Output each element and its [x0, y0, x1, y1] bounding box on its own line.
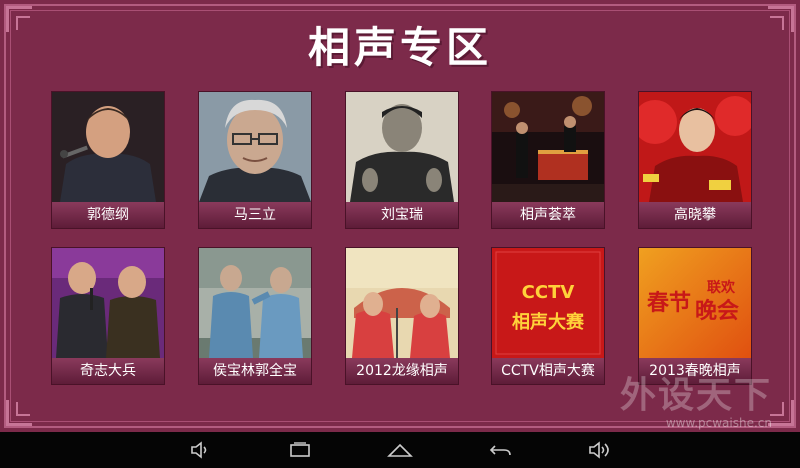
thumbnail-stage-performance [492, 92, 604, 202]
cctv-subtitle-text: 相声大赛 [512, 311, 585, 333]
thumbnail-portrait-elder [199, 92, 311, 202]
tile-label: 侯宝林郭全宝 [199, 358, 311, 384]
watermark: 外设天下 www.pcwaishe.cn [619, 375, 772, 431]
tile-xiangsheng-huicui[interactable]: 相声荟萃 [492, 92, 604, 228]
tile-2012-longyuan[interactable]: 2012龙缘相声 [346, 248, 458, 384]
volume-down-button[interactable] [186, 438, 214, 462]
volume-down-icon [191, 441, 207, 459]
thumbnail-duo-comedians [52, 248, 164, 358]
tile-hou-baolin-guo-quanbao[interactable]: 侯宝林郭全宝 [199, 248, 311, 384]
app-screen: 相声专区 郭德纲 马三立 刘宝瑞 相声荟萃 高晓攀 奇志大兵 侯宝林郭全宝 20… [0, 0, 800, 432]
tile-label: 奇志大兵 [52, 358, 164, 384]
tile-grid: 郭德纲 马三立 刘宝瑞 相声荟萃 高晓攀 奇志大兵 侯宝林郭全宝 2012龙缘相… [52, 92, 752, 392]
tile-label: 2012龙缘相声 [346, 358, 458, 384]
tile-2013-chunwan[interactable]: 春节 联欢 晚会 2013春晚相声 [639, 248, 751, 384]
volume-up-button[interactable] [586, 438, 614, 462]
tile-label: 相声荟萃 [492, 202, 604, 228]
thumbnail-duo-vintage-stage [199, 248, 311, 358]
tile-label: 高晓攀 [639, 202, 751, 228]
corner-ornament-bottom-left [6, 388, 44, 426]
chunwan-logo-text-2: 联欢 [707, 279, 736, 296]
back-icon [489, 445, 511, 456]
chunwan-logo-text-1: 春节 [647, 291, 691, 316]
tile-cctv-xiangsheng-dasai[interactable]: CCTV 相声大赛 CCTV相声大赛 [492, 248, 604, 384]
thumbnail-portrait-performer [52, 92, 164, 202]
thumbnail-cctv-banner: CCTV 相声大赛 [492, 248, 604, 358]
tile-label: CCTV相声大赛 [492, 358, 604, 384]
tile-label: 马三立 [199, 202, 311, 228]
tile-ma-sanli[interactable]: 马三立 [199, 92, 311, 228]
watermark-url: www.pcwaishe.cn [665, 416, 772, 430]
volume-up-icon [589, 441, 609, 459]
page-title: 相声专区 [307, 23, 492, 72]
thumbnail-duo-red-robes [346, 248, 458, 358]
recent-apps-button[interactable] [286, 438, 314, 462]
system-navigation-bar [0, 432, 800, 468]
home-button[interactable] [386, 438, 414, 462]
home-icon [387, 443, 413, 457]
cctv-logo-text: CCTV [522, 282, 575, 303]
back-button[interactable] [486, 438, 514, 462]
tile-qizhi-dabing[interactable]: 奇志大兵 [52, 248, 164, 384]
chunwan-logo-text-3: 晚会 [695, 298, 739, 324]
tile-label: 刘宝瑞 [346, 202, 458, 228]
recent-apps-icon [290, 442, 310, 457]
thumbnail-portrait-red-fans [639, 92, 751, 202]
tile-liu-baorui[interactable]: 刘宝瑞 [346, 92, 458, 228]
tile-label: 郭德纲 [52, 202, 164, 228]
thumbnail-chunwan-banner: 春节 联欢 晚会 [639, 248, 751, 358]
tile-guo-degang[interactable]: 郭德纲 [52, 92, 164, 228]
tile-gao-xiaopan[interactable]: 高晓攀 [639, 92, 751, 228]
thumbnail-portrait-vintage [346, 92, 458, 202]
watermark-text: 外设天下 [619, 375, 772, 416]
